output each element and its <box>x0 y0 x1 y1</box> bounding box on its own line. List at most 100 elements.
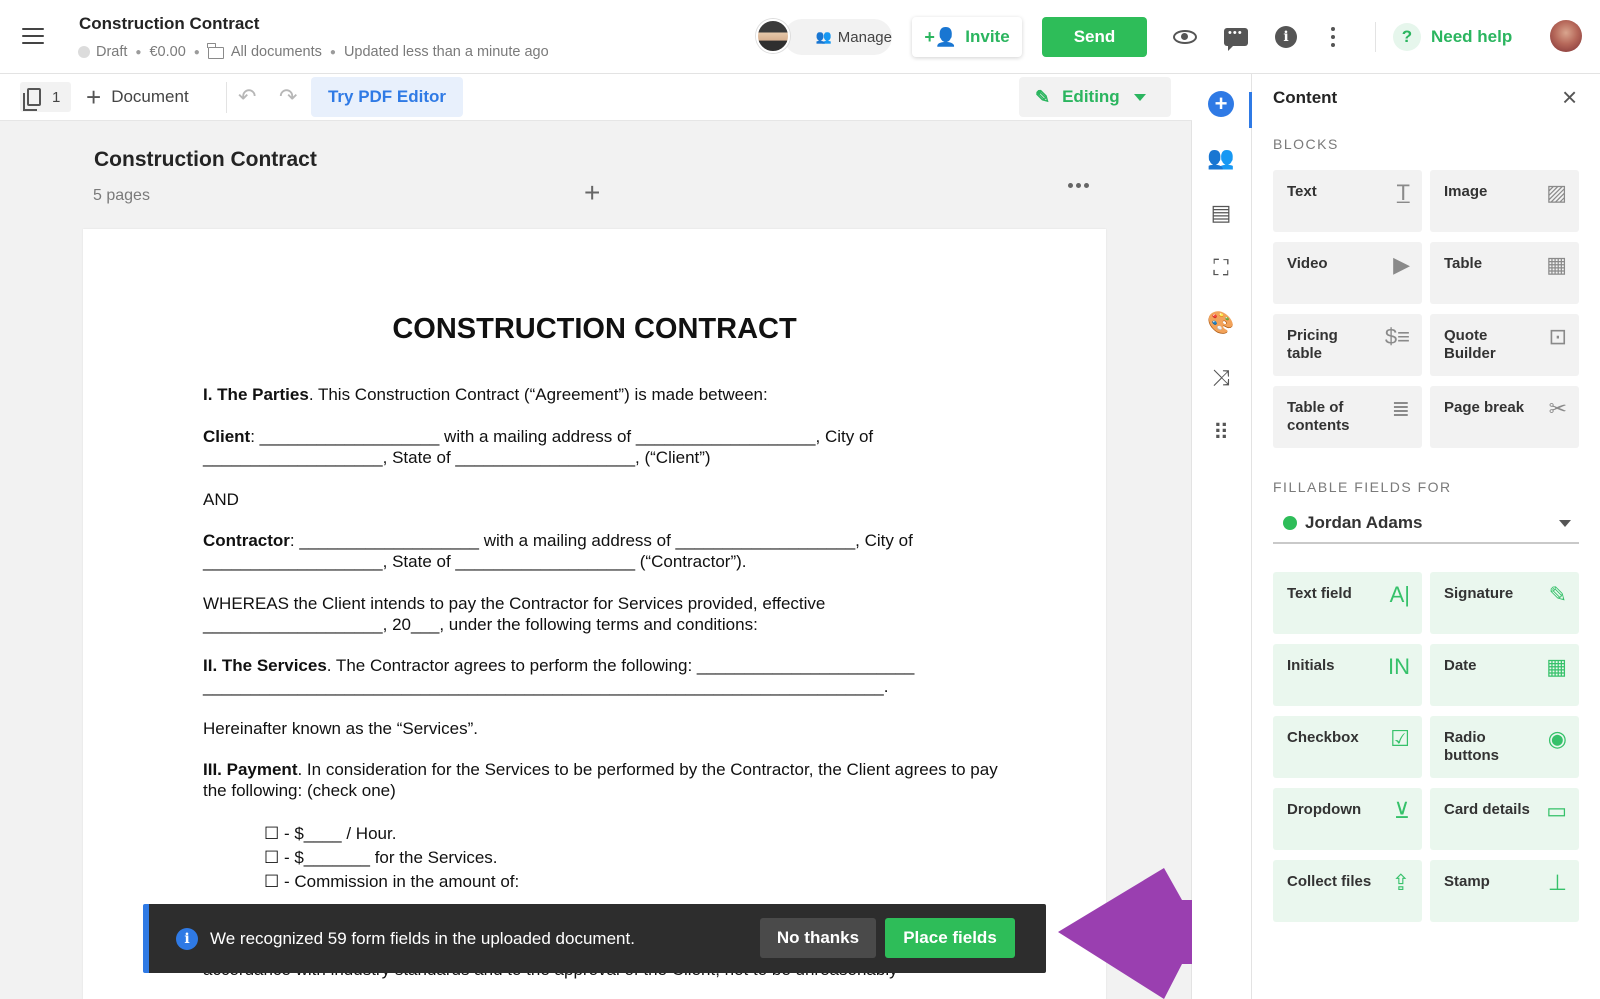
form-fields-notification: i We recognized 59 form fields in the up… <box>143 904 1046 973</box>
plus-icon: + <box>86 82 102 112</box>
top-header: Construction Contract Draft ● €0.00 ● Al… <box>0 0 1600 74</box>
services-note-paragraph: Hereinafter known as the “Services”. <box>203 719 478 738</box>
section-heading: II. The Services <box>203 656 327 675</box>
signature-icon: ✎ <box>1548 582 1567 607</box>
tile-label: Date <box>1444 657 1477 674</box>
info-icon[interactable]: i <box>1271 22 1301 52</box>
close-icon[interactable]: × <box>1562 84 1577 110</box>
apps-tab[interactable]: ⠿ <box>1192 409 1250 457</box>
and-paragraph: AND <box>203 490 239 509</box>
block-video[interactable]: Video ▶ <box>1273 242 1422 304</box>
header-divider <box>1375 22 1376 52</box>
text-block-icon: T̲ <box>1396 180 1410 205</box>
document-title[interactable]: Construction Contract <box>79 14 259 34</box>
tile-label: Collect files <box>1287 873 1372 890</box>
menu-icon[interactable] <box>22 28 44 44</box>
manage-label: Manage <box>837 28 892 46</box>
more-options-icon[interactable] <box>1318 22 1348 52</box>
page-count-label: 5 pages <box>93 187 150 204</box>
recipients-tab[interactable]: 👥 <box>1192 134 1250 182</box>
calendar-icon: ▦ <box>1546 654 1567 679</box>
info-icon: i <box>176 928 198 950</box>
document-canvas[interactable]: Construction Contract 5 pages + CONSTRUC… <box>0 121 1192 999</box>
pages-icon <box>23 88 41 111</box>
field-collect-files[interactable]: Collect files ⇪ <box>1273 860 1422 922</box>
folder-link[interactable]: All documents <box>231 44 322 60</box>
manage-button[interactable]: 👥 Manage <box>784 19 892 55</box>
chevron-down-icon <box>1559 520 1571 527</box>
invite-label: Invite <box>965 27 1010 46</box>
field-dropdown[interactable]: Dropdown ⊻ <box>1273 788 1422 850</box>
undo-icon[interactable]: ↶ <box>238 84 256 110</box>
field-text-field[interactable]: Text field A| <box>1273 572 1422 634</box>
tile-label: Video <box>1287 255 1328 272</box>
try-pdf-editor-button[interactable]: Try PDF Editor <box>311 77 463 117</box>
document-section-title[interactable]: Construction Contract <box>94 148 317 172</box>
tile-label: Text <box>1287 183 1317 200</box>
block-text[interactable]: Text T̲ <box>1273 170 1422 232</box>
block-quote-builder[interactable]: Quote Builder ⊡ <box>1430 314 1579 376</box>
document-more-icon[interactable] <box>1068 183 1092 188</box>
tile-label: Dropdown <box>1287 801 1362 818</box>
page-count: 1 <box>52 88 61 106</box>
add-person-icon: +👤 <box>924 26 958 47</box>
video-icon: ▶ <box>1393 252 1410 277</box>
block-image[interactable]: Image ▨ <box>1430 170 1579 232</box>
no-thanks-button[interactable]: No thanks <box>760 918 876 958</box>
block-pricing-table[interactable]: Pricing table $≡ <box>1273 314 1422 376</box>
tile-label: Table of contents <box>1287 399 1350 434</box>
block-table-of-contents[interactable]: Table of contents ≣ <box>1273 386 1422 448</box>
card-icon: ▭ <box>1546 798 1567 823</box>
need-help-button[interactable]: ? Need help <box>1393 19 1512 55</box>
editor-toolbar: 1 + Document ↶ ↷ Try PDF Editor ✎ Editin… <box>0 74 1192 121</box>
tile-label: Card details <box>1444 801 1530 818</box>
block-page-break[interactable]: Page break ✂ <box>1430 386 1579 448</box>
templates-tab[interactable]: ▤ <box>1192 189 1250 237</box>
add-page-icon[interactable]: + <box>584 177 600 209</box>
add-content-tab[interactable]: + <box>1192 80 1252 128</box>
notification-text: We recognized 59 form fields in the uplo… <box>210 929 635 948</box>
paragraph-text: : ___________________ with a mailing add… <box>203 531 913 571</box>
collaborator-avatar[interactable] <box>756 19 790 53</box>
updated-label: Updated less than a minute ago <box>343 44 549 60</box>
field-radio-buttons[interactable]: Radio buttons ◉ <box>1430 716 1579 778</box>
workflow-tab[interactable]: ⤨ <box>1192 354 1250 402</box>
paragraph-text: . This Construction Contract (“Agreement… <box>308 385 768 404</box>
section-heading: Client <box>203 427 251 446</box>
embed-tab[interactable]: ⛶ <box>1192 244 1250 292</box>
block-table[interactable]: Table ▦ <box>1430 242 1579 304</box>
field-checkbox[interactable]: Checkbox ☑ <box>1273 716 1422 778</box>
field-date[interactable]: Date ▦ <box>1430 644 1579 706</box>
field-initials[interactable]: Initials IN <box>1273 644 1422 706</box>
field-card-details[interactable]: Card details ▭ <box>1430 788 1579 850</box>
tile-label: Initials <box>1287 657 1335 674</box>
price-label: €0.00 <box>149 44 186 60</box>
editing-mode-dropdown[interactable]: ✎ Editing <box>1019 77 1171 117</box>
folder-icon[interactable] <box>207 43 224 59</box>
place-fields-button[interactable]: Place fields <box>885 918 1015 958</box>
fillable-fields-label: FILLABLE FIELDS FOR <box>1273 479 1452 495</box>
send-button[interactable]: Send <box>1042 17 1147 57</box>
image-icon: ▨ <box>1546 180 1567 205</box>
content-panel: Content × BLOCKS Text T̲ Image ▨ Video ▶… <box>1252 74 1600 999</box>
add-document-button[interactable]: + Document <box>86 82 189 112</box>
preview-eye-icon[interactable] <box>1170 22 1200 52</box>
field-stamp[interactable]: Stamp ⊥ <box>1430 860 1579 922</box>
design-tab[interactable]: 🎨 <box>1192 299 1250 347</box>
field-signature[interactable]: Signature ✎ <box>1430 572 1579 634</box>
assignee-name: Jordan Adams <box>1305 513 1423 532</box>
quote-builder-icon: ⊡ <box>1548 324 1567 349</box>
chevron-down-icon <box>1133 93 1146 101</box>
tile-label: Page break <box>1444 399 1525 416</box>
document-page[interactable]: CONSTRUCTION CONTRACT I. The Parties. Th… <box>83 229 1106 999</box>
pages-button[interactable]: 1 <box>20 82 71 112</box>
user-avatar[interactable] <box>1550 20 1582 52</box>
checkbox-icon: ☑ <box>1390 726 1410 751</box>
tile-label: Checkbox <box>1287 729 1359 746</box>
tile-label: Image <box>1444 183 1488 200</box>
assignee-dropdown[interactable]: Jordan Adams <box>1273 504 1579 544</box>
comments-icon[interactable] <box>1221 22 1251 52</box>
redo-icon[interactable]: ↷ <box>279 84 297 110</box>
initials-icon: IN <box>1388 654 1410 679</box>
invite-button[interactable]: +👤 Invite <box>912 17 1022 57</box>
